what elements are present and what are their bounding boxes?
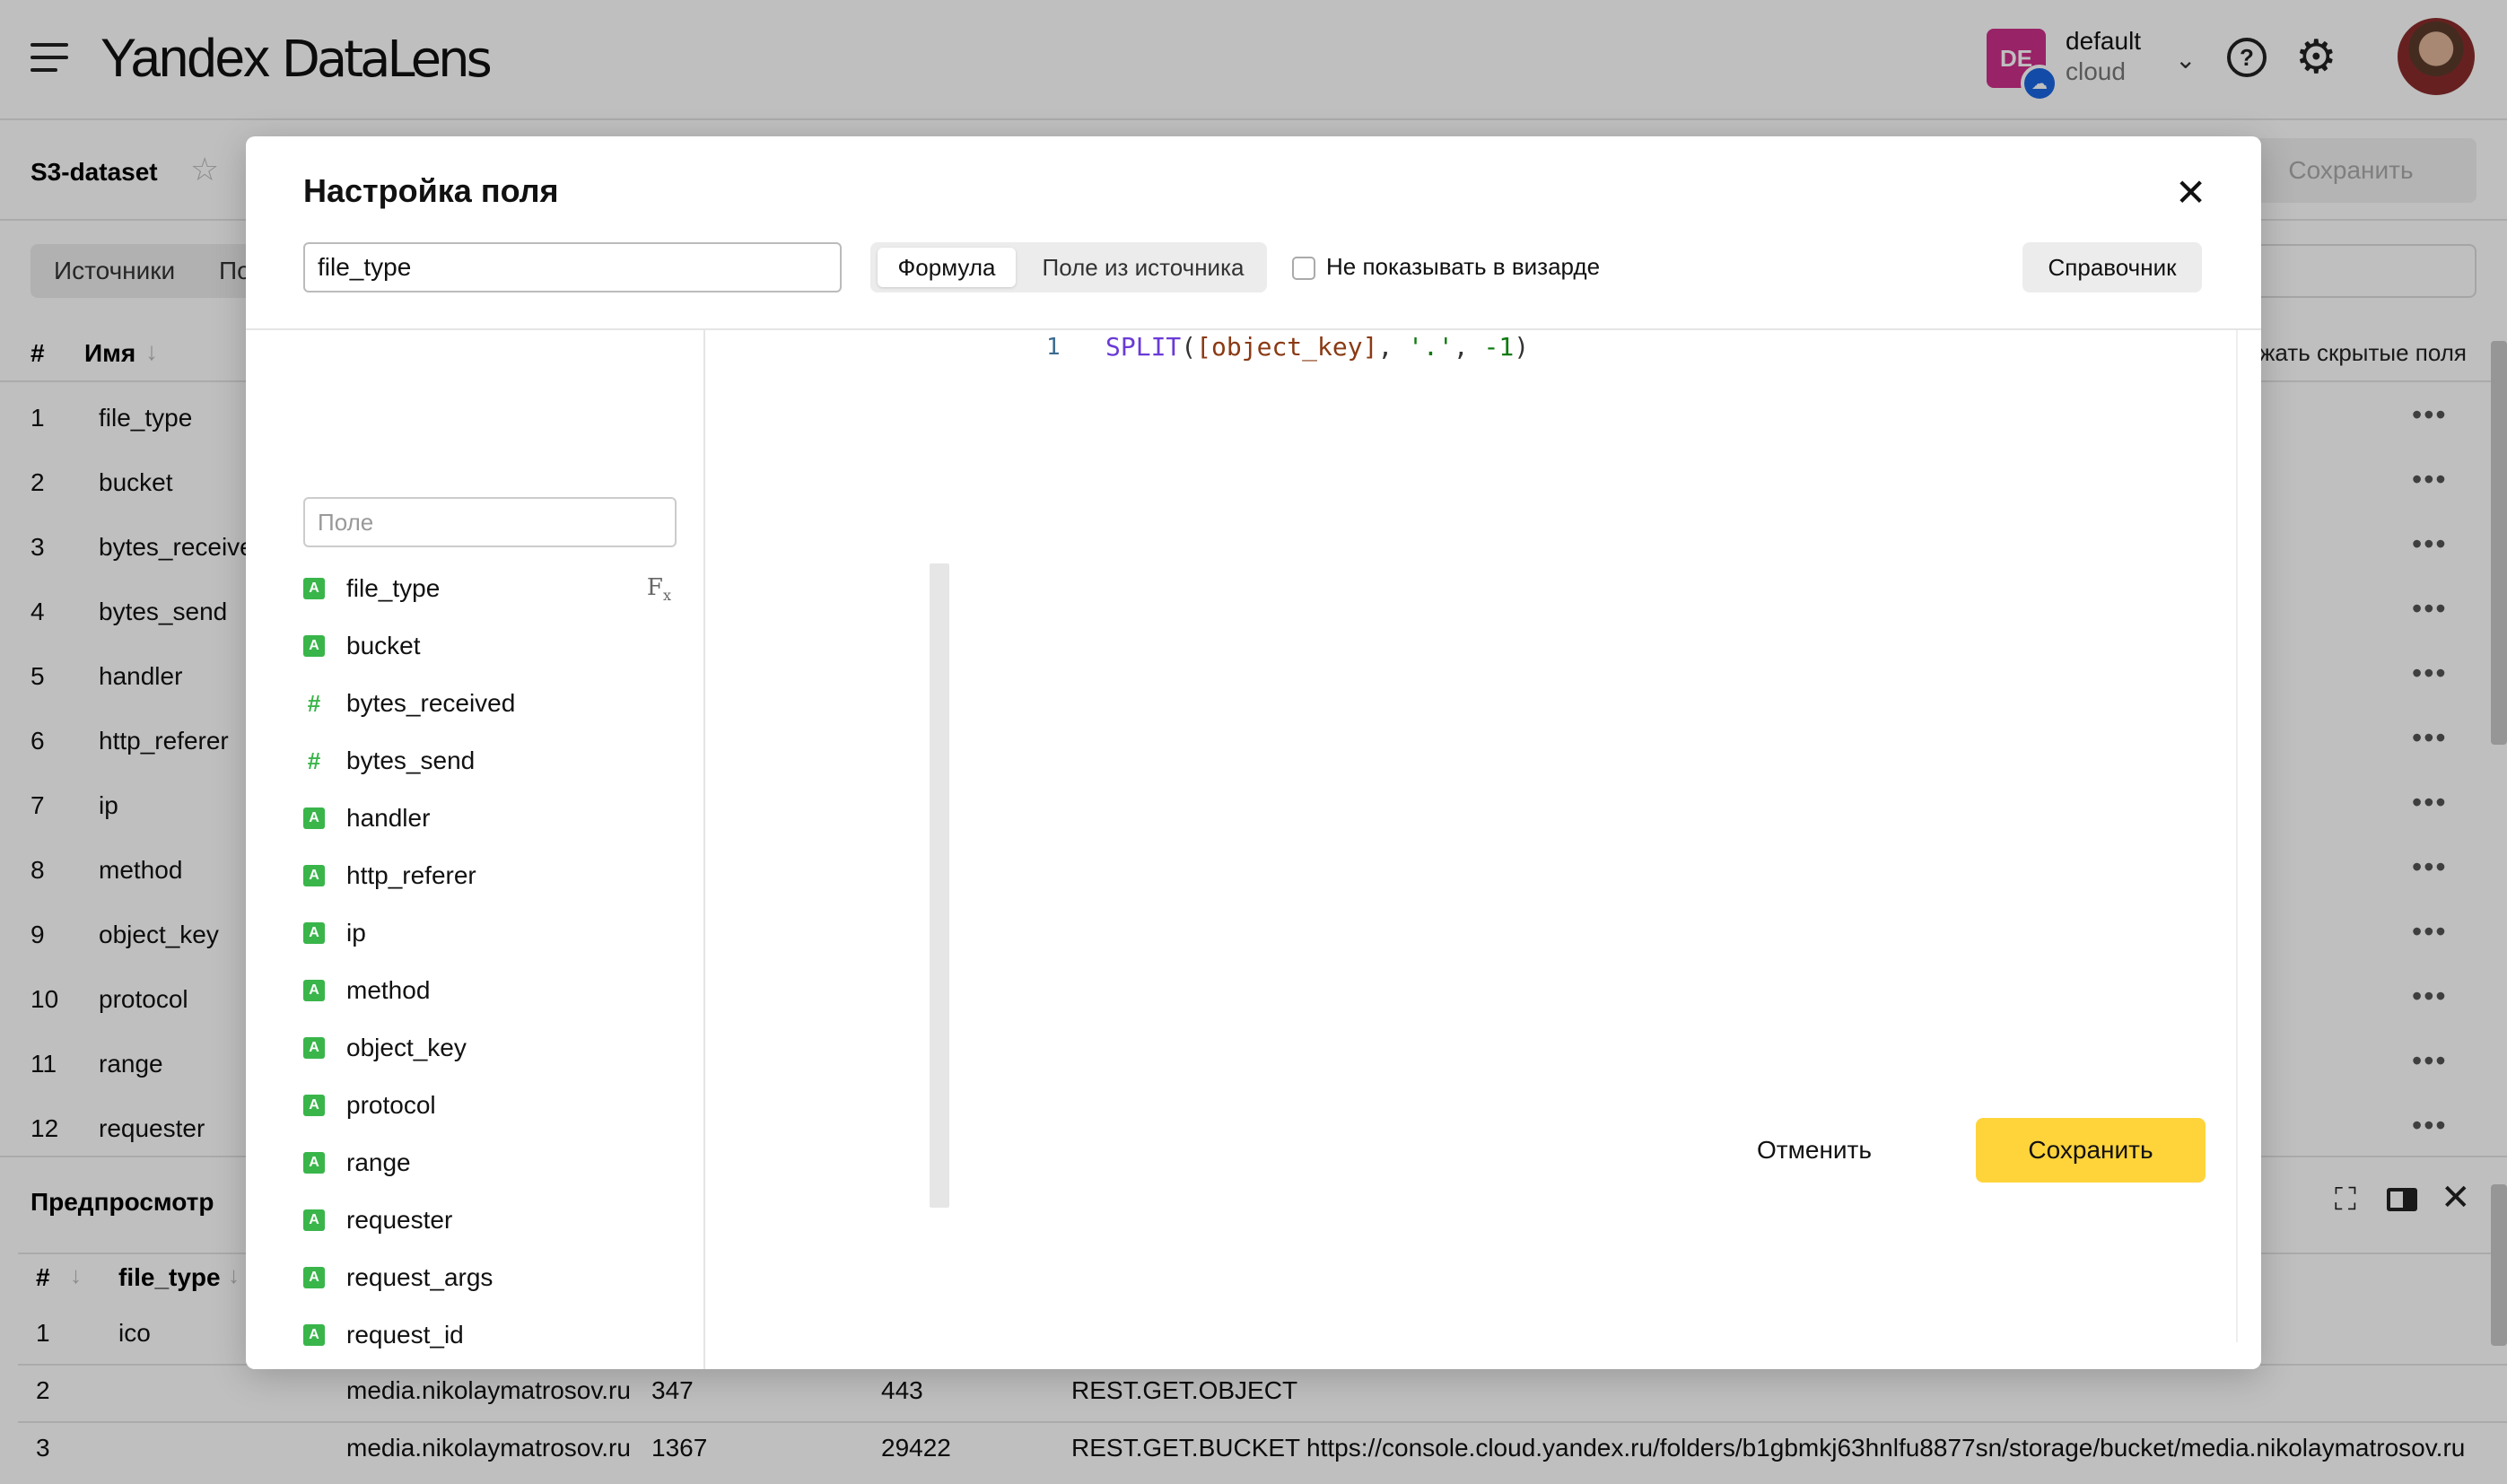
field-list-item[interactable]: Arequest_args	[303, 1249, 671, 1306]
cancel-button[interactable]: Отменить	[1725, 1118, 1904, 1183]
field-list-item[interactable]: # bytes_send	[303, 732, 671, 790]
hide-in-wizard-checkbox[interactable]	[1292, 257, 1315, 280]
formula-sep: ,	[1453, 332, 1484, 362]
reference-button[interactable]: Справочник	[2022, 242, 2202, 292]
field-list-label: handler	[346, 804, 431, 832]
field-list-label: request_args	[346, 1263, 494, 1291]
field-list-item[interactable]: # bytes_received	[303, 675, 671, 732]
formula-paren-close: )	[1514, 332, 1530, 362]
save-button[interactable]: Сохранить	[1976, 1118, 2206, 1183]
formula-field: [object_key]	[1196, 332, 1378, 362]
field-list-item[interactable]: Arequester	[303, 1192, 671, 1249]
field-settings-dialog: Настройка поля ✕ file_type Формула Поле …	[246, 136, 2261, 1369]
field-list-item[interactable]: Ahandler	[303, 790, 671, 847]
formula-sep: ,	[1377, 332, 1409, 362]
number-type-icon: #	[307, 746, 321, 774]
field-list-item[interactable]: Aprotocol	[303, 1077, 671, 1134]
formula-editor[interactable]: SPLIT([object_key], '.', -1)	[1105, 332, 1529, 362]
field-list-label: range	[346, 1148, 411, 1176]
string-type-icon: A	[303, 578, 325, 599]
hide-in-wizard-label[interactable]: Не показывать в визарде	[1326, 253, 1600, 281]
field-list-item[interactable]: Abucket	[303, 617, 671, 675]
tab-formula[interactable]: Формула	[878, 248, 1016, 287]
field-list-label: bucket	[346, 632, 421, 659]
field-list-label: bytes_send	[346, 746, 476, 774]
field-list-item[interactable]: Arange	[303, 1134, 671, 1192]
editor-line-number: 1	[1046, 334, 1061, 361]
field-list-label: bytes_received	[346, 689, 516, 717]
close-icon[interactable]: ✕	[2175, 174, 2206, 212]
string-type-icon: A	[303, 635, 325, 657]
number-type-icon: #	[307, 689, 321, 717]
string-type-icon: A	[303, 865, 325, 886]
field-list-item[interactable]: Aip	[303, 904, 671, 962]
field-name-input[interactable]: file_type	[303, 242, 842, 292]
tab-source-field[interactable]: Поле из источника	[1028, 248, 1258, 287]
string-type-icon: A	[303, 1152, 325, 1174]
field-list-label: request_id	[346, 1321, 464, 1349]
field-list-item[interactable]: Afile_type Fx	[303, 560, 671, 617]
field-search-input[interactable]: Поле	[303, 497, 677, 547]
field-list-item[interactable]: Arequest_path	[303, 1364, 671, 1369]
field-list-label: file_type	[346, 574, 441, 602]
formula-function: SPLIT	[1105, 332, 1182, 362]
field-list-label: requester	[346, 1206, 453, 1234]
string-type-icon: A	[303, 807, 325, 829]
string-type-icon: A	[303, 922, 325, 944]
editor-border	[2236, 330, 2238, 1342]
string-type-icon: A	[303, 1037, 325, 1059]
string-type-icon: A	[303, 980, 325, 1001]
formula-number: -1	[1483, 332, 1515, 362]
field-list-scrollbar[interactable]	[930, 563, 949, 1208]
field-list-item[interactable]: Amethod	[303, 962, 671, 1019]
fields-pane: Поле Afile_type Fx Abucket # bytes_received #…	[246, 330, 705, 1369]
field-list-label: ip	[346, 919, 366, 947]
string-type-icon: A	[303, 1209, 325, 1231]
dialog-title: Настройка поля	[303, 172, 559, 209]
field-list-label: object_key	[346, 1034, 467, 1061]
formula-icon: Fx	[646, 574, 671, 605]
field-list-item[interactable]: Ahttp_referer	[303, 847, 671, 904]
formula-string: '.'	[1408, 332, 1454, 362]
string-type-icon: A	[303, 1324, 325, 1346]
field-list-item[interactable]: Aobject_key	[303, 1019, 671, 1077]
field-list-label: method	[346, 976, 431, 1004]
string-type-icon: A	[303, 1267, 325, 1288]
formula-paren-open: (	[1181, 332, 1197, 362]
string-type-icon: A	[303, 1095, 325, 1116]
field-list-label: protocol	[346, 1091, 436, 1119]
field-list-item[interactable]: Arequest_id	[303, 1306, 671, 1364]
field-list-label: http_referer	[346, 861, 476, 889]
